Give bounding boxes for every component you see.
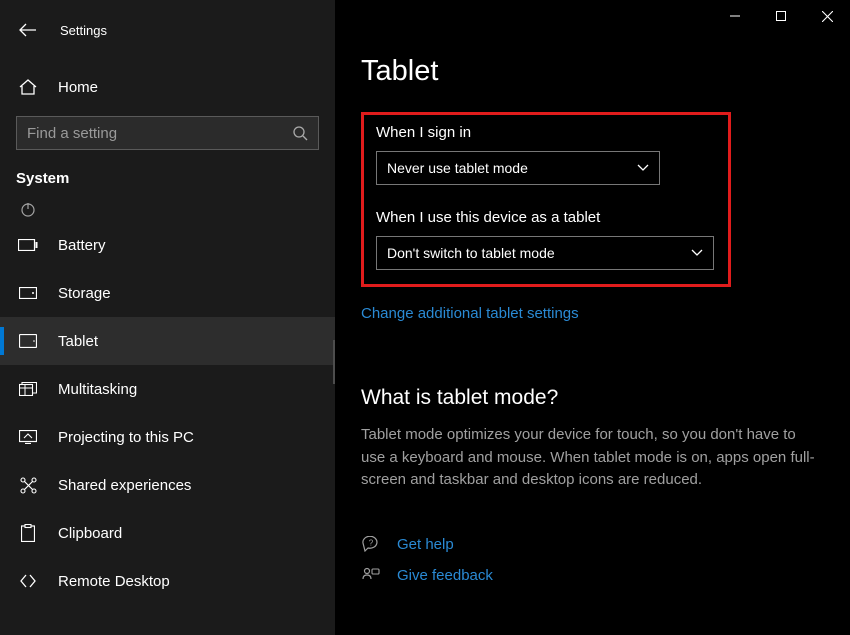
get-help-link[interactable]: ? Get help [361,536,824,553]
maximize-button[interactable] [758,0,804,32]
link-additional-settings[interactable]: Change additional tablet settings [361,305,824,322]
sidebar-item-multitasking[interactable]: Multitasking [0,365,335,413]
home-icon [18,79,38,95]
sidebar-item-remote-desktop[interactable]: Remote Desktop [0,557,335,605]
multitasking-icon [18,382,38,396]
feedback-icon [361,567,381,583]
setting-device-label: When I use this device as a tablet [376,209,714,226]
sidebar-item-battery[interactable]: Battery [0,221,335,269]
remote-icon [18,574,38,588]
sidebar-home-label: Home [58,79,98,96]
sidebar-nav: Power & sleep Battery Storage Tablet Mul… [0,197,335,605]
back-button[interactable] [18,23,38,37]
chevron-down-icon [637,164,649,172]
window-controls [712,0,850,32]
dropdown-value: Never use tablet mode [387,160,528,176]
sidebar-item-projecting[interactable]: Projecting to this PC [0,413,335,461]
sidebar-item-label: Multitasking [58,381,137,398]
dropdown-value: Don't switch to tablet mode [387,245,555,261]
action-link-label: Give feedback [397,567,493,584]
battery-icon [18,239,38,251]
window-title: Settings [60,23,107,38]
sidebar: Settings Home System Power & sleep Batte… [0,0,335,635]
sidebar-item-shared[interactable]: Shared experiences [0,461,335,509]
clipboard-icon [18,524,38,542]
power-icon [18,201,38,217]
highlighted-settings: When I sign in Never use tablet mode Whe… [361,112,731,287]
tablet-icon [18,334,38,348]
sidebar-item-tablet[interactable]: Tablet [0,317,335,365]
close-button[interactable] [804,0,850,32]
sidebar-category: System [0,150,335,197]
page-title: Tablet [361,55,824,88]
sidebar-item-label: Tablet [58,333,98,350]
dropdown-device-tablet[interactable]: Don't switch to tablet mode [376,236,714,270]
minimize-button[interactable] [712,0,758,32]
sidebar-item-label: Battery [58,237,106,254]
svg-text:?: ? [369,539,374,548]
sidebar-item-label: Remote Desktop [58,573,170,590]
sidebar-item-label: Clipboard [58,525,122,542]
projecting-icon [18,430,38,444]
sidebar-item-label: Storage [58,285,111,302]
sidebar-item-label: Projecting to this PC [58,429,194,446]
setting-signin-label: When I sign in [376,124,714,141]
help-icon: ? [361,536,381,552]
search-box[interactable] [16,116,319,150]
section-desc: Tablet mode optimizes your device for to… [361,424,821,492]
shared-icon [18,477,38,494]
search-icon [293,126,308,141]
sidebar-item-power-sleep[interactable]: Power & sleep [0,197,335,221]
action-link-label: Get help [397,536,454,553]
give-feedback-link[interactable]: Give feedback [361,567,824,584]
sidebar-item-storage[interactable]: Storage [0,269,335,317]
content-area: Tablet When I sign in Never use tablet m… [335,0,850,635]
search-input[interactable] [27,125,293,142]
storage-icon [18,287,38,299]
sidebar-item-clipboard[interactable]: Clipboard [0,509,335,557]
section-title: What is tablet mode? [361,386,824,410]
sidebar-home[interactable]: Home [0,66,335,108]
sidebar-item-label: Shared experiences [58,477,191,494]
chevron-down-icon [691,249,703,257]
dropdown-signin[interactable]: Never use tablet mode [376,151,660,185]
